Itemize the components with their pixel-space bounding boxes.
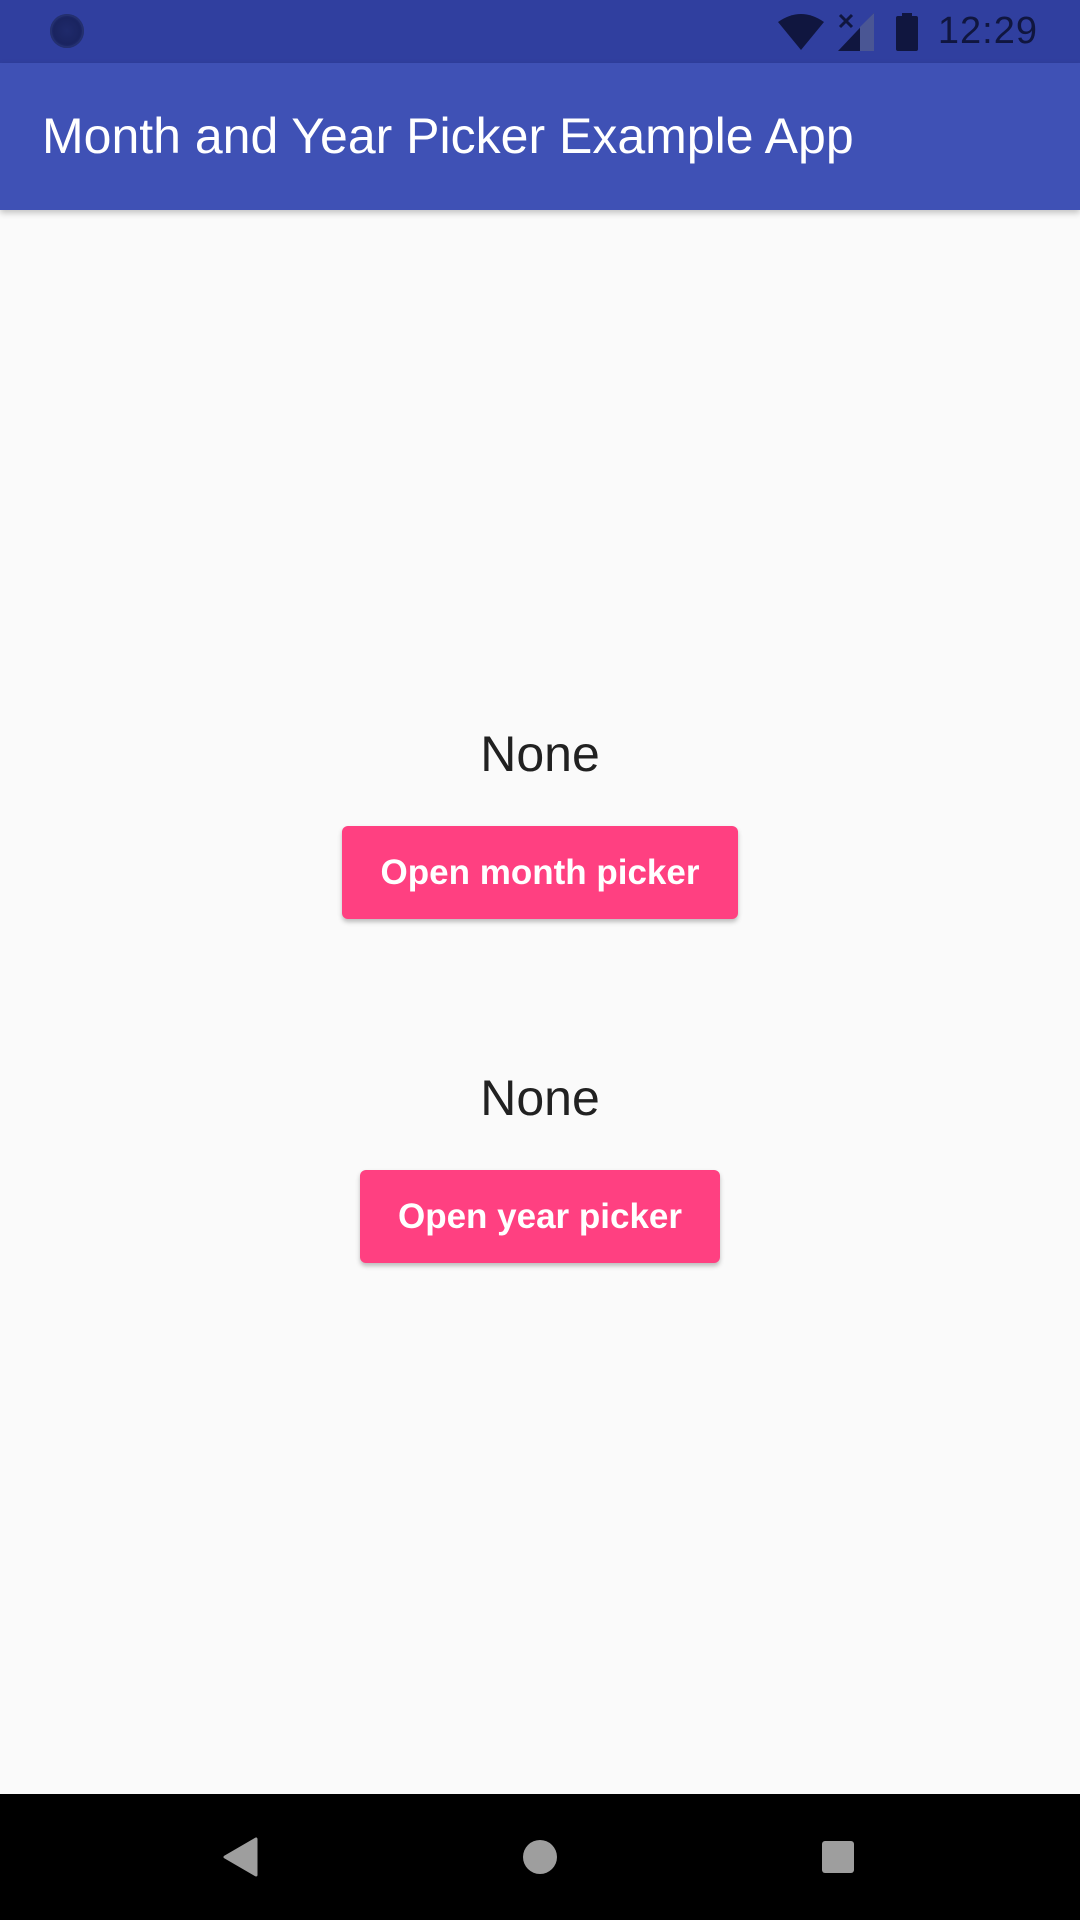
year-value-text: None xyxy=(480,1070,600,1126)
status-icons: 12:29 xyxy=(777,0,1080,63)
recents-icon xyxy=(822,1841,854,1873)
app-bar: Month and Year Picker Example App xyxy=(0,63,1080,210)
back-button[interactable] xyxy=(180,1794,300,1920)
open-year-picker-button[interactable]: Open year picker xyxy=(360,1170,720,1263)
app-title: Month and Year Picker Example App xyxy=(42,108,854,164)
recents-button[interactable] xyxy=(778,1794,898,1920)
month-value-text: None xyxy=(480,726,600,782)
navigation-bar xyxy=(0,1794,1080,1920)
open-month-picker-button[interactable]: Open month picker xyxy=(342,826,738,919)
screen: 12:29 Month and Year Picker Example App … xyxy=(0,0,1080,1920)
status-time: 12:29 xyxy=(937,10,1038,52)
main-content: None Open month picker None Open year pi… xyxy=(0,210,1080,1794)
signal-icon xyxy=(837,12,874,51)
home-icon xyxy=(523,1840,557,1874)
wifi-icon xyxy=(777,13,824,50)
battery-icon xyxy=(895,12,918,51)
sync-icon xyxy=(50,14,84,48)
back-icon xyxy=(223,1837,258,1877)
home-button[interactable] xyxy=(480,1794,600,1920)
status-bar: 12:29 xyxy=(0,0,1080,63)
